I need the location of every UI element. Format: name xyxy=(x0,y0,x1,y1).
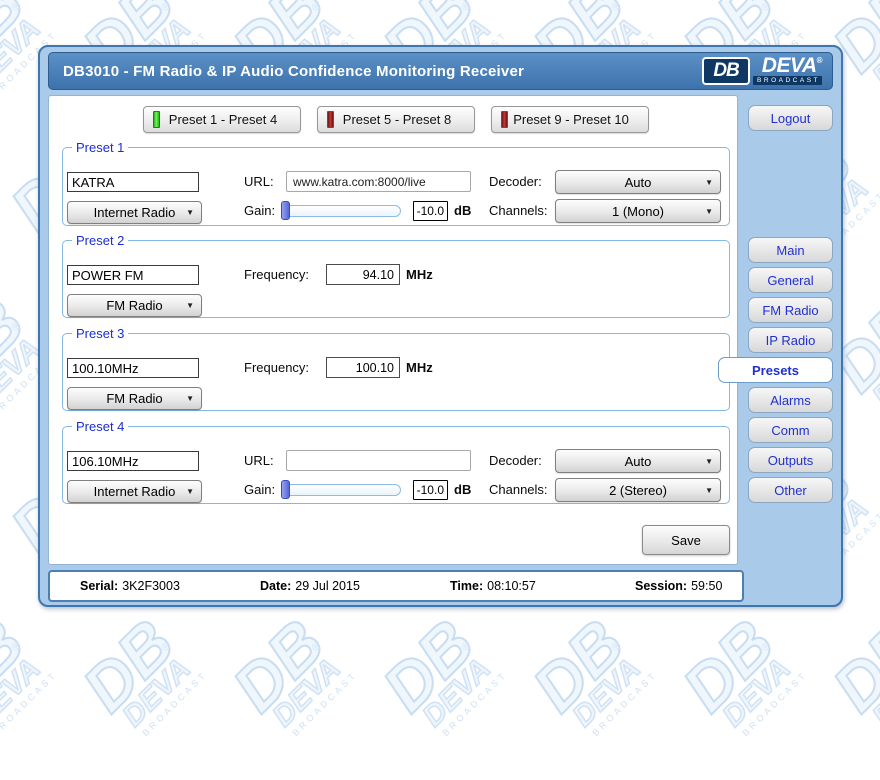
preset-4-channels-select[interactable]: 2 (Stereo) ▼ xyxy=(555,478,721,502)
deva-logo: DB DEVA® BROADCAST xyxy=(702,57,822,86)
preset-2-group: Preset 2 FM Radio ▼ Frequency: MHz xyxy=(62,233,730,318)
tab-preset-1-4[interactable]: Preset 1 - Preset 4 xyxy=(143,106,301,133)
url-label: URL: xyxy=(244,453,274,468)
sidebar-item-ip-radio[interactable]: IP Radio xyxy=(748,327,833,353)
preset-4-name-input[interactable] xyxy=(67,451,199,471)
save-button[interactable]: Save xyxy=(642,525,730,555)
frequency-label: Frequency: xyxy=(244,267,309,282)
slider-handle[interactable] xyxy=(281,201,290,220)
sidebar-item-outputs[interactable]: Outputs xyxy=(748,447,833,473)
slider-track xyxy=(283,484,401,496)
sidebar-item-alarms[interactable]: Alarms xyxy=(748,387,833,413)
decoder-label: Decoder: xyxy=(489,453,542,468)
chevron-down-icon: ▼ xyxy=(186,394,194,403)
gain-label: Gain: xyxy=(244,203,275,218)
preset-1-legend: Preset 1 xyxy=(72,140,128,155)
preset-3-frequency-input[interactable] xyxy=(326,357,400,378)
preset-2-frequency-input[interactable] xyxy=(326,264,400,285)
sidebar-item-comm[interactable]: Comm xyxy=(748,417,833,443)
channels-label: Channels: xyxy=(489,203,548,218)
gain-label: Gain: xyxy=(244,482,275,497)
preset-1-channels-select[interactable]: 1 (Mono) ▼ xyxy=(555,199,721,223)
sidebar-item-main[interactable]: Main xyxy=(748,237,833,263)
slider-handle[interactable] xyxy=(281,480,290,499)
serial-status: Serial:3K2F3003 xyxy=(80,572,180,600)
tab-preset-5-8[interactable]: Preset 5 - Preset 8 xyxy=(317,106,475,133)
preset-1-gain-value: -10.0 xyxy=(413,201,448,221)
url-label: URL: xyxy=(244,174,274,189)
chevron-down-icon: ▼ xyxy=(186,487,194,496)
gain-unit-label: dB xyxy=(454,482,471,497)
sidebar-item-fm-radio[interactable]: FM Radio xyxy=(748,297,833,323)
preset-4-url-input[interactable] xyxy=(286,450,471,471)
preset-3-name-input[interactable] xyxy=(67,358,199,378)
preset-2-legend: Preset 2 xyxy=(72,233,128,248)
session-status: Session:59:50 xyxy=(635,572,722,600)
preset-3-source-select[interactable]: FM Radio ▼ xyxy=(67,387,202,410)
chevron-down-icon: ▼ xyxy=(186,208,194,217)
led-indicator-inactive-icon xyxy=(501,111,508,128)
preset-1-name-input[interactable] xyxy=(67,172,199,192)
preset-1-group: Preset 1 Internet Radio ▼ URL: Gain: -10… xyxy=(62,140,730,226)
decoder-label: Decoder: xyxy=(489,174,542,189)
slider-track xyxy=(283,205,401,217)
logout-button[interactable]: Logout xyxy=(748,105,833,131)
chevron-down-icon: ▼ xyxy=(705,457,713,466)
gain-unit-label: dB xyxy=(454,203,471,218)
sidebar-item-other[interactable]: Other xyxy=(748,477,833,503)
registered-mark: ® xyxy=(817,56,822,65)
preset-1-source-select[interactable]: Internet Radio ▼ xyxy=(67,201,202,224)
tab-preset-9-10[interactable]: Preset 9 - Preset 10 xyxy=(491,106,649,133)
led-indicator-inactive-icon xyxy=(327,111,334,128)
deva-brand-text: DEVA® xyxy=(762,57,822,76)
sidebar-item-presets[interactable]: Presets xyxy=(718,357,833,383)
preset-3-group: Preset 3 FM Radio ▼ Frequency: MHz xyxy=(62,326,730,411)
preset-1-gain-slider[interactable] xyxy=(281,200,405,221)
chevron-down-icon: ▼ xyxy=(705,178,713,187)
chevron-down-icon: ▼ xyxy=(186,301,194,310)
preset-4-source-select[interactable]: Internet Radio ▼ xyxy=(67,480,202,503)
frequency-label: Frequency: xyxy=(244,360,309,375)
deva-monogram-icon: DB xyxy=(702,57,750,85)
led-indicator-active-icon xyxy=(153,111,160,128)
frequency-unit-label: MHz xyxy=(406,360,433,375)
time-status: Time:08:10:57 xyxy=(450,572,536,600)
date-status: Date:29 Jul 2015 xyxy=(260,572,360,600)
status-bar: Serial:3K2F3003 Date:29 Jul 2015 Time:08… xyxy=(48,570,744,602)
frequency-unit-label: MHz xyxy=(406,267,433,282)
content-panel: Preset 1 - Preset 4 Preset 5 - Preset 8 … xyxy=(48,95,738,565)
preset-2-source-select[interactable]: FM Radio ▼ xyxy=(67,294,202,317)
preset-1-decoder-select[interactable]: Auto ▼ xyxy=(555,170,721,194)
deva-subtitle-text: BROADCAST xyxy=(753,76,822,85)
channels-label: Channels: xyxy=(489,482,548,497)
chevron-down-icon: ▼ xyxy=(705,207,713,216)
preset-4-gain-value: -10.0 xyxy=(413,480,448,500)
preset-3-legend: Preset 3 xyxy=(72,326,128,341)
chevron-down-icon: ▼ xyxy=(705,486,713,495)
preset-1-url-input[interactable] xyxy=(286,171,471,192)
app-window: DB3010 - FM Radio & IP Audio Confidence … xyxy=(38,45,843,607)
preset-2-name-input[interactable] xyxy=(67,265,199,285)
preset-4-decoder-select[interactable]: Auto ▼ xyxy=(555,449,721,473)
deva-watermark: DB ® DEVA BROADCAST xyxy=(825,585,880,775)
sidebar-item-general[interactable]: General xyxy=(748,267,833,293)
page-title: DB3010 - FM Radio & IP Audio Confidence … xyxy=(49,63,702,80)
preset-4-legend: Preset 4 xyxy=(72,419,128,434)
preset-4-gain-slider[interactable] xyxy=(281,479,405,500)
app-header: DB3010 - FM Radio & IP Audio Confidence … xyxy=(48,52,833,90)
preset-4-group: Preset 4 Internet Radio ▼ URL: Gain: -10… xyxy=(62,419,730,504)
